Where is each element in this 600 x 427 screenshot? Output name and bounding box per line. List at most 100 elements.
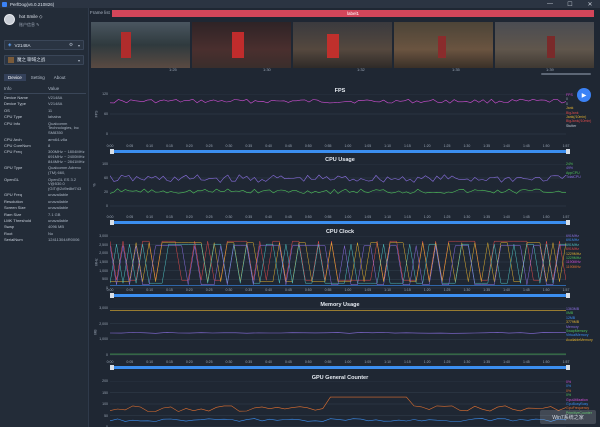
cpu_usage-legend-item[interactable]: TotalCPU [566,175,581,179]
x-axis-tick: 1:05 [364,288,372,292]
fps-y-tick: 120 [102,92,108,96]
scrollbar-handle-left[interactable] [110,220,114,225]
user-profile[interactable]: hot Smile ◇ 账户信息 ✎ [4,14,42,28]
x-axis-tick: 0:10 [146,215,154,219]
cpu_clock-time-scrollbar[interactable] [110,293,570,298]
x-axis-tick: 1:10 [384,360,391,364]
scrollbar-handle-left[interactable] [110,365,114,370]
maximize-button[interactable]: ☐ [560,0,580,8]
x-axis-tick: 0:40 [265,288,272,292]
cpu_clock-plot[interactable] [110,236,566,290]
screenshot-thumbnail[interactable] [91,22,190,68]
info-key: Ram Size [4,211,22,217]
x-axis-tick: 1:05 [364,215,372,219]
screenshot-thumbnail[interactable] [192,22,291,68]
x-axis-tick: 1:25 [443,215,451,219]
tab-setting[interactable]: Setting [27,74,49,81]
tab-about[interactable]: About [50,74,70,81]
cpu_usage-y-tick: 100 [102,162,108,166]
device-select-value: V2148A [14,42,31,48]
tab-device[interactable]: Device [4,74,26,81]
x-axis-tick: 0:30 [225,215,233,219]
scrollbar-handle-right[interactable] [566,220,570,225]
scrollbar-handle-right[interactable] [566,293,570,298]
info-row: CPU Freq 300MHz ~ 1804MHz 691MHz ~ 2400MH… [4,149,86,164]
cpu_usage-time-scrollbar[interactable] [110,220,570,225]
cpu_usage-plot[interactable] [110,164,566,208]
screenshot-strip-scrollbar[interactable] [541,73,591,75]
info-value: unavailable [48,192,69,198]
screenshot-thumbnail[interactable] [394,22,493,68]
x-axis-tick: 0:20 [185,288,193,292]
x-axis-tick: 0:45 [285,215,292,219]
x-axis-tick: 0:35 [245,144,253,148]
info-row: CPU Arch arm64-v8a [4,137,86,143]
cpu_usage-y-tick: 60 [104,176,108,180]
info-row: Resolution unavailable [4,198,86,205]
x-axis-tick: 1:00 [344,360,352,364]
fps-plot[interactable] [110,94,566,136]
play-button[interactable]: ▶ [577,88,591,102]
timeline-label: Frame list [90,10,110,15]
x-axis-tick: 1:35 [483,215,491,219]
minimize-button[interactable]: — [540,0,560,8]
screenshot-strip[interactable] [91,22,594,68]
x-axis-tick: 1:10 [384,288,391,292]
info-row: SerialNum 124113044R0006 [4,237,86,243]
info-key: GPU Freq [4,192,23,198]
close-icon: ✕ [587,1,593,8]
chevron-down-icon: ▾ [77,57,80,63]
info-value: unavailable [48,218,69,224]
info-key: Swap [4,224,15,230]
title-bar: PerfDog(v6.0.210826) — ☐ ✕ [0,0,600,8]
memory-legend-item[interactable]: AvailableMemory [566,338,593,342]
gpu_counter-plot[interactable] [110,381,566,427]
gpu_counter-y-tick: 150 [102,390,108,395]
gear-icon[interactable]: ⚙ [69,42,73,48]
memory-plot[interactable] [110,308,566,357]
info-key: Resolution [4,198,23,204]
cpu_clock-y-tick: 1,000 [99,268,108,273]
app-select[interactable]: 魔之 聊域之战 ▾ [4,55,84,65]
x-axis-tick: 1:20 [423,144,431,148]
screenshot-thumbnail[interactable] [495,22,594,68]
avatar[interactable] [4,14,15,25]
x-axis-tick: 1:40 [503,360,510,364]
gpu_counter-y-tick: 50 [104,413,108,418]
timeline-bar[interactable]: label1 [112,10,594,17]
close-button[interactable]: ✕ [580,0,600,8]
scrollbar-handle-left[interactable] [110,149,114,154]
thumb-time: 1:39 [546,67,554,72]
account-info-link[interactable]: 账户信息 ✎ [19,22,42,28]
info-header-value: Value [48,86,60,91]
x-axis-tick: 1:35 [483,144,491,148]
x-axis-tick: 0:55 [324,144,332,148]
scrollbar-handle-left[interactable] [110,293,114,298]
x-axis-tick: 1:15 [403,288,411,292]
memory-time-scrollbar[interactable] [110,365,570,370]
x-axis-tick: 0:15 [166,360,173,364]
x-axis-tick: 1:45 [522,144,530,148]
thumb-time: 1:25 [169,67,177,72]
x-axis-tick: 0:25 [205,360,213,364]
fps-legend-item[interactable]: Stutter [566,124,576,128]
fps-time-scrollbar[interactable] [110,149,570,154]
gpu-frequency-line [110,396,566,412]
cpu_clock-legend-item[interactable]: 1190MHz [566,265,581,269]
screenshot-thumbnail[interactable] [293,22,392,68]
x-axis-tick: 0:20 [185,215,193,219]
total-cpu-line [110,174,566,183]
info-value: 124113044R0006 [48,237,80,243]
chevron-down-icon: ▾ [77,42,80,48]
scrollbar-handle-right[interactable] [566,149,570,154]
info-value: Qualcomm Technologies, Inc SM8350 [48,120,79,136]
x-axis-tick: 0:40 [265,144,272,148]
minimize-icon: — [547,1,553,7]
info-key: Screen Size [4,205,26,211]
x-axis-tick: 1:50 [542,288,550,292]
cpu_usage-y-tick: 20 [104,190,108,194]
x-axis-tick: 0:30 [225,144,233,148]
scrollbar-handle-right[interactable] [566,365,570,370]
memory-y-axis-label: MB [93,328,98,335]
device-select[interactable]: ◈ V2148A ⚙ ▾ [4,40,84,50]
